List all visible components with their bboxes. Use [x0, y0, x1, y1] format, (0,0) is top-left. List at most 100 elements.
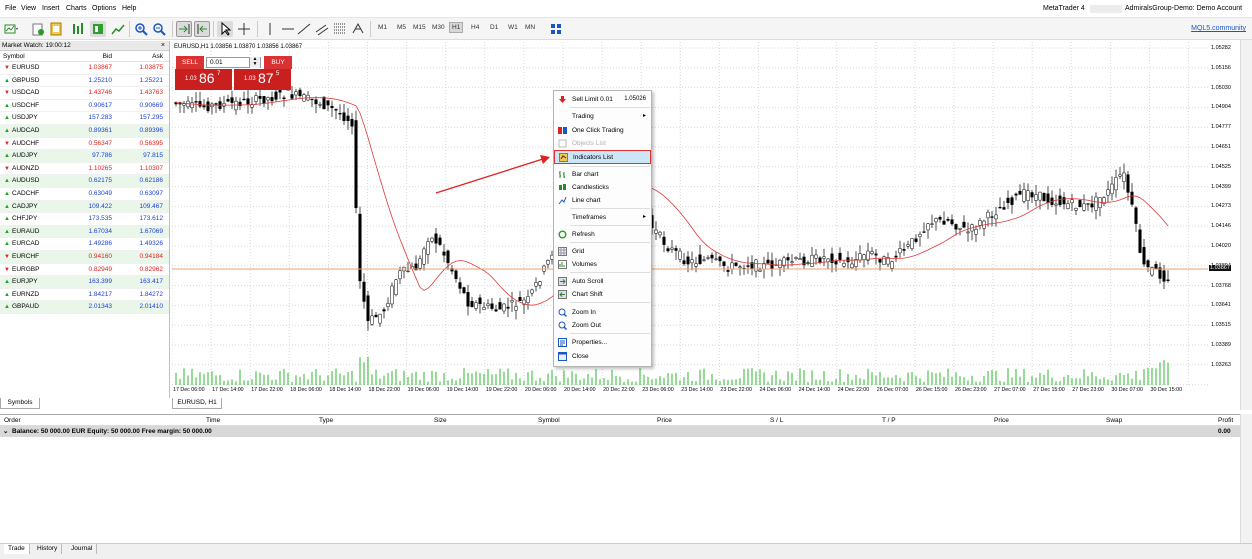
lot-stepper[interactable]: ▲ ▼: [249, 57, 260, 68]
col-symbol[interactable]: Symbol: [3, 51, 25, 62]
trendline-icon[interactable]: [296, 21, 312, 37]
sell-button[interactable]: SELL: [176, 56, 204, 69]
col-price[interactable]: Price: [657, 415, 672, 426]
cursor-icon[interactable]: [217, 21, 233, 37]
time-scale[interactable]: 17 Dec 06:00 17 Dec 14:00 17 Dec 22:00 18 D…: [172, 386, 1212, 396]
menu-charts[interactable]: Charts: [66, 5, 87, 12]
market-watch-row[interactable]: ▲ EURNZD 1.84217 1.84272: [0, 289, 169, 302]
navigator-icon[interactable]: [90, 21, 106, 37]
tf-m15[interactable]: M15: [413, 24, 426, 31]
tf-w1[interactable]: W1: [508, 24, 518, 31]
buy-price-box[interactable]: 1.03 87 5: [234, 69, 291, 90]
menu-item-grid[interactable]: Grid: [554, 245, 651, 258]
tf-m5[interactable]: M5: [397, 24, 406, 31]
buy-button[interactable]: BUY: [264, 56, 292, 69]
menu-item-zoom-out[interactable]: Zoom Out: [554, 319, 651, 332]
market-watch-row[interactable]: ▼ EURCHF 0.94160 0.94184: [0, 250, 169, 264]
menu-options[interactable]: Options: [92, 5, 116, 12]
menu-item-one-click-trading[interactable]: One Click Trading: [554, 124, 651, 137]
zoom-in-icon[interactable]: [133, 21, 149, 37]
market-watch-row[interactable]: ▲ EURCAD 1.49286 1.49326: [0, 238, 169, 251]
tf-mn[interactable]: MN: [525, 24, 535, 31]
menu-insert[interactable]: Insert: [42, 5, 60, 12]
market-watch-row[interactable]: ▲ EURAUD 1.67034 1.67069: [0, 225, 169, 239]
menu-item-volumes[interactable]: Volumes: [554, 258, 651, 271]
channel-icon[interactable]: [314, 21, 330, 37]
collapse-icon[interactable]: ⌄: [3, 426, 8, 437]
tab-trade[interactable]: Trade: [4, 544, 30, 554]
mql5-community-link[interactable]: MQL5.community: [1191, 25, 1246, 32]
col-symbol[interactable]: Symbol: [538, 415, 560, 426]
tf-h1[interactable]: H1: [449, 22, 464, 33]
col-profit[interactable]: Profit: [1218, 415, 1233, 426]
tf-d1[interactable]: D1: [490, 24, 498, 31]
market-watch-row[interactable]: ▲ GBPAUD 2.01343 2.01410: [0, 301, 169, 314]
col-ask[interactable]: Ask: [152, 51, 163, 62]
tf-m30[interactable]: M30: [432, 24, 445, 31]
market-watch-row[interactable]: ▼ AUDCHF 0.56347 0.56395: [0, 138, 169, 151]
col-order[interactable]: Order: [4, 415, 21, 426]
sell-price-box[interactable]: 1.03 86 7: [175, 69, 232, 90]
tile-windows-icon[interactable]: [548, 21, 564, 37]
market-watch-icon[interactable]: [48, 21, 64, 37]
vertical-scrollbar[interactable]: [1240, 40, 1252, 410]
col-sl[interactable]: S / L: [770, 415, 783, 426]
market-watch-row[interactable]: ▲ GBPUSD 1.25210 1.25221: [0, 75, 169, 88]
col-price-current[interactable]: Price: [994, 415, 1009, 426]
col-time[interactable]: Time: [206, 415, 220, 426]
horizontal-line-icon[interactable]: [280, 21, 296, 37]
market-watch-row[interactable]: ▲ CADJPY 109.422 109.467: [0, 200, 169, 214]
price-scale[interactable]: 1.05282 1.05156 1.05030 1.04904 1.04777 1.046…: [1208, 42, 1240, 387]
market-watch-row[interactable]: ▲ AUDCAD 0.89361 0.89396: [0, 124, 169, 138]
menu-item-indicators-list[interactable]: Indicators List: [554, 150, 651, 164]
market-watch-row[interactable]: ▲ AUDUSD 0.62175 0.62186: [0, 175, 169, 188]
close-icon[interactable]: ×: [161, 41, 165, 51]
price-chart[interactable]: [171, 42, 1208, 387]
market-watch-row[interactable]: ▼ EURUSD 1.03867 1.03875: [0, 62, 169, 75]
menu-item-properties[interactable]: Properties...: [554, 336, 651, 349]
fibonacci-icon[interactable]: [332, 21, 348, 37]
menu-item-line-chart[interactable]: Line chart: [554, 194, 651, 207]
menu-item-bar-chart[interactable]: Bar chart: [554, 168, 651, 181]
col-bid[interactable]: Bid: [103, 51, 112, 62]
chart-shift-icon[interactable]: [176, 21, 192, 37]
auto-scroll-icon[interactable]: [194, 21, 210, 37]
market-watch-row[interactable]: ▲ EURJPY 163.399 163.417: [0, 276, 169, 289]
profiles-icon[interactable]: [30, 21, 46, 37]
market-watch-row[interactable]: ▲ CHFJPY 173.535 173.612: [0, 213, 169, 226]
col-swap[interactable]: Swap: [1106, 415, 1122, 426]
market-watch-row[interactable]: ▼ EURGBP 0.82949 0.82962: [0, 264, 169, 277]
new-chart-icon[interactable]: [3, 21, 19, 37]
menu-item-timeframes[interactable]: Timeframes ▸: [554, 211, 651, 224]
terminal-scrollbar[interactable]: [1240, 414, 1252, 544]
menu-view[interactable]: View: [21, 5, 36, 12]
market-watch-row[interactable]: ▲ AUDJPY 97.786 97.815: [0, 150, 169, 163]
terminal-icon[interactable]: [110, 21, 126, 37]
col-type[interactable]: Type: [319, 415, 333, 426]
text-tools-icon[interactable]: [350, 21, 366, 37]
market-watch-row[interactable]: ▲ USDCHF 0.90617 0.90669: [0, 100, 169, 113]
menu-help[interactable]: Help: [122, 5, 136, 12]
tab-journal[interactable]: Journal: [67, 544, 98, 554]
market-watch-row[interactable]: ▼ USDCAD 1.43746 1.43763: [0, 87, 169, 100]
col-size[interactable]: Size: [434, 415, 447, 426]
menu-item-refresh[interactable]: Refresh: [554, 228, 651, 241]
market-watch-row[interactable]: ▼ AUDNZD 1.10265 1.10307: [0, 163, 169, 176]
tf-h4[interactable]: H4: [471, 24, 479, 31]
menu-item-zoom-in[interactable]: Zoom In: [554, 306, 651, 319]
menu-file[interactable]: File: [5, 5, 16, 12]
menu-item-trading[interactable]: Trading ▸: [554, 110, 651, 123]
data-window-icon[interactable]: [70, 21, 86, 37]
col-tp[interactable]: T / P: [882, 415, 896, 426]
tab-history[interactable]: History: [33, 544, 63, 554]
zoom-out-icon[interactable]: [151, 21, 167, 37]
crosshair-icon[interactable]: [236, 21, 252, 37]
market-watch-row[interactable]: ▲ CADCHF 0.63049 0.63097: [0, 188, 169, 201]
tab-eurusd-h1[interactable]: EURUSD, H1: [172, 398, 222, 409]
market-watch-row[interactable]: ▲ USDJPY 157.283 157.295: [0, 112, 169, 125]
menu-item-auto-scroll[interactable]: Auto Scroll: [554, 275, 651, 288]
chart-area[interactable]: [171, 42, 1208, 387]
menu-item-close[interactable]: Close: [554, 350, 651, 363]
menu-item-sell-limit[interactable]: Sell Limit 0.01 1.05026: [554, 93, 651, 106]
tab-symbols[interactable]: Symbols: [0, 398, 40, 409]
